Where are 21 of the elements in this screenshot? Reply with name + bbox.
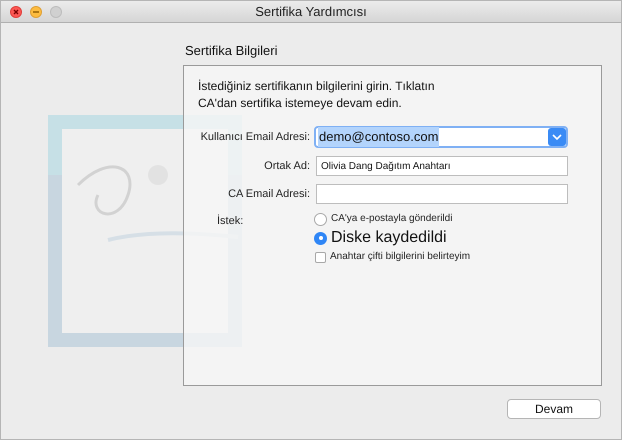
minimize-icon[interactable]: [30, 6, 42, 18]
chevron-down-icon[interactable]: [548, 128, 566, 146]
option-label[interactable]: Anahtar çifti bilgilerini belirteyim: [330, 248, 470, 266]
radio-button[interactable]: [314, 232, 327, 244]
continue-button[interactable]: Devam: [507, 399, 601, 419]
option-label[interactable]: Diske kaydedildi: [331, 228, 447, 248]
field-label: CA Email Adresi:: [227, 186, 311, 202]
input-field[interactable]: Olivia Dang Dağıtım Anahtarı: [316, 156, 568, 176]
section-heading: Sertifika Bilgileri: [185, 42, 278, 60]
radio-button[interactable]: [314, 212, 327, 226]
checkbox[interactable]: [315, 252, 326, 262]
instructions-text: İstediğiniz sertifikanın bilgilerini girin. Tıklatın CA'dan sertifika istemeye devam edin.: [198, 78, 436, 112]
close-icon[interactable]: [10, 6, 22, 18]
input-field[interactable]: [316, 184, 568, 204]
field-label: İstek:: [216, 214, 244, 229]
field-label: Ortak Ad:: [263, 158, 311, 174]
option-label[interactable]: CA'ya e-postayla gönderildi: [331, 210, 452, 228]
field-label: Kullanıcı Email Adresi:: [200, 130, 311, 145]
window-title: Sertifika Yardımcısı: [255, 2, 367, 21]
zoom-icon: [50, 6, 62, 18]
email-dropdown[interactable]: demo@contoso.com: [314, 126, 568, 148]
